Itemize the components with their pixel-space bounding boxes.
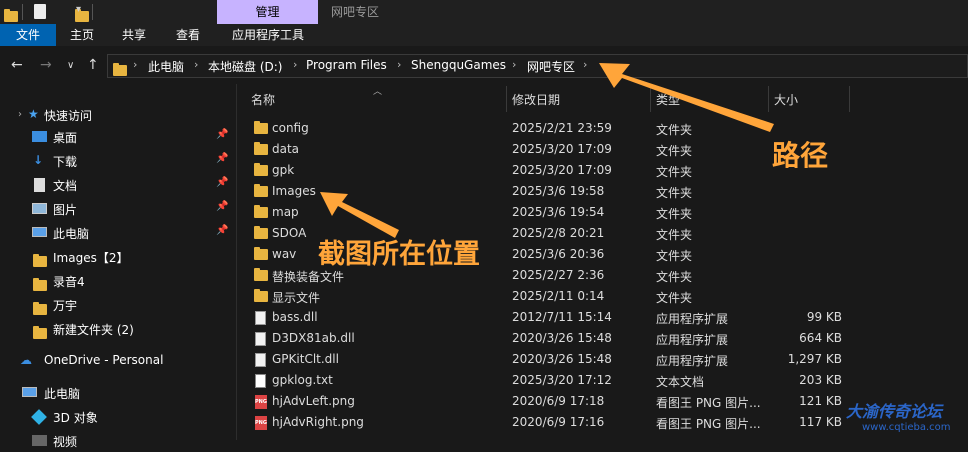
watermark-url: www.cqtieba.com: [862, 422, 951, 433]
annotation-path-label: 路径: [772, 139, 829, 172]
watermark: 大渝传奇论坛 www.cqtieba.com: [840, 398, 965, 438]
watermark-title: 大渝传奇论坛: [846, 402, 943, 421]
annotation-screenshot-label: 截图所在位置: [318, 239, 480, 270]
annotation-arrows: [320, 63, 774, 238]
arrow-path: [599, 63, 774, 132]
